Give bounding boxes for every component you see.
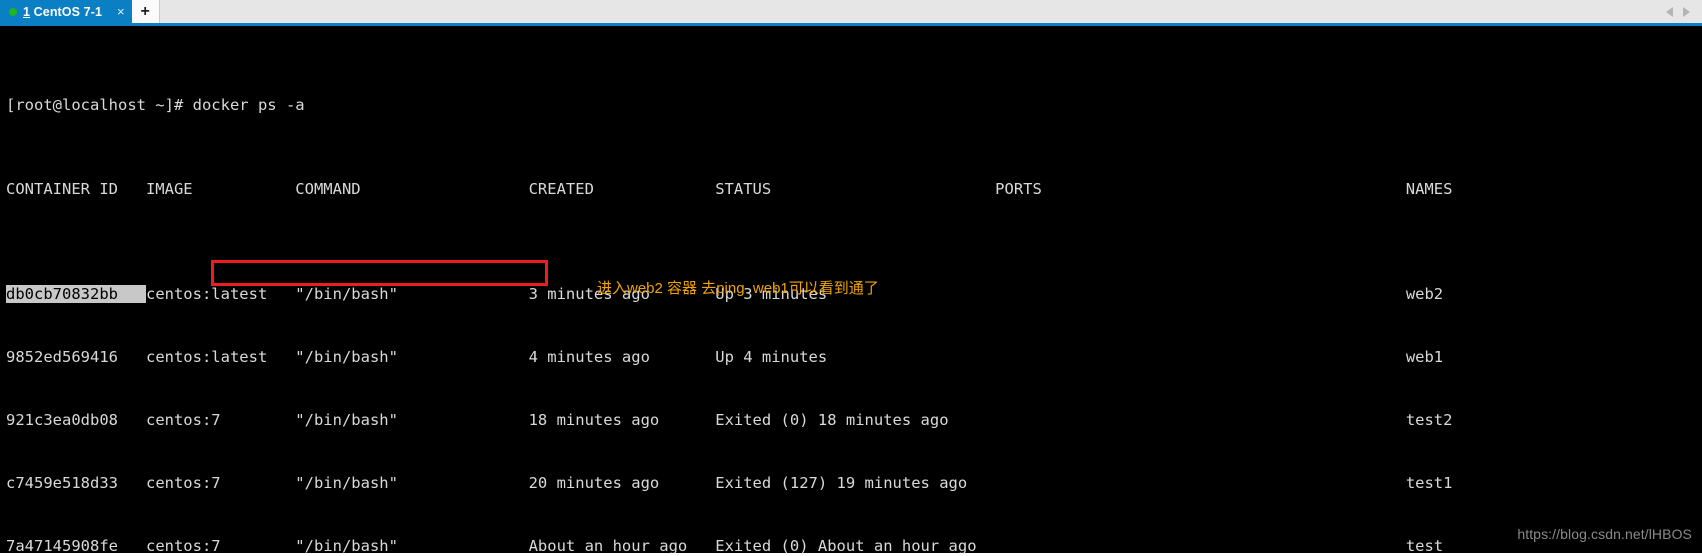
tab-centos-7-1[interactable]: 1 CentOS 7-1 ×	[0, 0, 132, 23]
cell-names: web1	[1405, 348, 1444, 366]
chevron-left-icon[interactable]	[1666, 6, 1673, 17]
cell-status: Exited (127) 19 minutes ago	[715, 474, 996, 492]
cell-image: centos:latest	[145, 285, 296, 303]
cell-names: web2	[1405, 285, 1444, 303]
cell-container-id: c7459e518d33	[6, 474, 146, 492]
highlight-box-exec-command	[211, 260, 548, 286]
cell-status: Up 4 minutes	[715, 348, 996, 366]
cell-image: centos:latest	[145, 348, 296, 366]
cell-container-id: 9852ed569416	[6, 348, 146, 366]
terminal-line-command: [root@localhost ~]# docker ps -a	[6, 96, 305, 114]
docker-ps-table-header: CONTAINER ID IMAGE COMMAND CREATED STATU…	[6, 180, 1453, 198]
cell-names: test1	[1405, 474, 1453, 492]
watermark: https://blog.csdn.net/lHBOS	[1517, 526, 1692, 542]
cell-command: "/bin/bash"	[295, 537, 529, 553]
tab-bar-spacer	[160, 0, 1666, 23]
cell-ports	[995, 537, 1406, 553]
tab-index: 1	[23, 4, 31, 19]
cell-command: "/bin/bash"	[295, 348, 529, 366]
cell-command: "/bin/bash"	[295, 411, 529, 429]
chevron-right-icon[interactable]	[1683, 6, 1690, 17]
annotation-text: 进入web2 容器 去ping web1可以看到通了	[597, 280, 879, 297]
cell-image: centos:7	[145, 411, 296, 429]
cell-names: test2	[1405, 411, 1453, 429]
cell-ports	[995, 411, 1406, 429]
new-tab-button[interactable]: +	[131, 0, 160, 23]
cell-created: 4 minutes ago	[528, 348, 716, 366]
cell-status: Exited (0) 18 minutes ago	[715, 411, 996, 429]
cell-status: Exited (0) About an hour ago	[715, 537, 996, 553]
cell-command: "/bin/bash"	[295, 285, 529, 303]
connection-status-dot-icon	[9, 7, 17, 16]
table-row: c7459e518d33 centos:7 "/bin/bash" 20 min…	[6, 473, 1702, 494]
tab-scroll-controls	[1666, 0, 1702, 23]
table-row: 9852ed569416 centos:latest "/bin/bash" 4…	[6, 347, 1702, 368]
cell-container-id: 921c3ea0db08	[6, 411, 146, 429]
cell-image: centos:7	[145, 474, 296, 492]
cell-ports	[995, 285, 1406, 303]
cell-container-id: 7a47145908fe	[6, 537, 146, 553]
terminal-output[interactable]: [root@localhost ~]# docker ps -a CONTAIN…	[0, 26, 1702, 553]
table-row: 921c3ea0db08 centos:7 "/bin/bash" 18 min…	[6, 410, 1702, 431]
close-icon[interactable]: ×	[117, 5, 125, 18]
cell-container-id: db0cb70832bb	[6, 285, 146, 303]
cell-created: About an hour ago	[528, 537, 716, 553]
tab-bar: 1 CentOS 7-1 × +	[0, 0, 1702, 26]
tab-label: 1 CentOS 7-1	[23, 5, 102, 19]
cell-image: centos:7	[145, 537, 296, 553]
cell-names: test	[1405, 537, 1444, 553]
cell-command: "/bin/bash"	[295, 474, 529, 492]
cell-ports	[995, 474, 1406, 492]
cell-created: 18 minutes ago	[528, 411, 716, 429]
cell-created: 20 minutes ago	[528, 474, 716, 492]
table-row: 7a47145908fe centos:7 "/bin/bash" About …	[6, 536, 1702, 553]
tab-name: CentOS 7-1	[30, 4, 103, 19]
cell-ports	[995, 348, 1406, 366]
